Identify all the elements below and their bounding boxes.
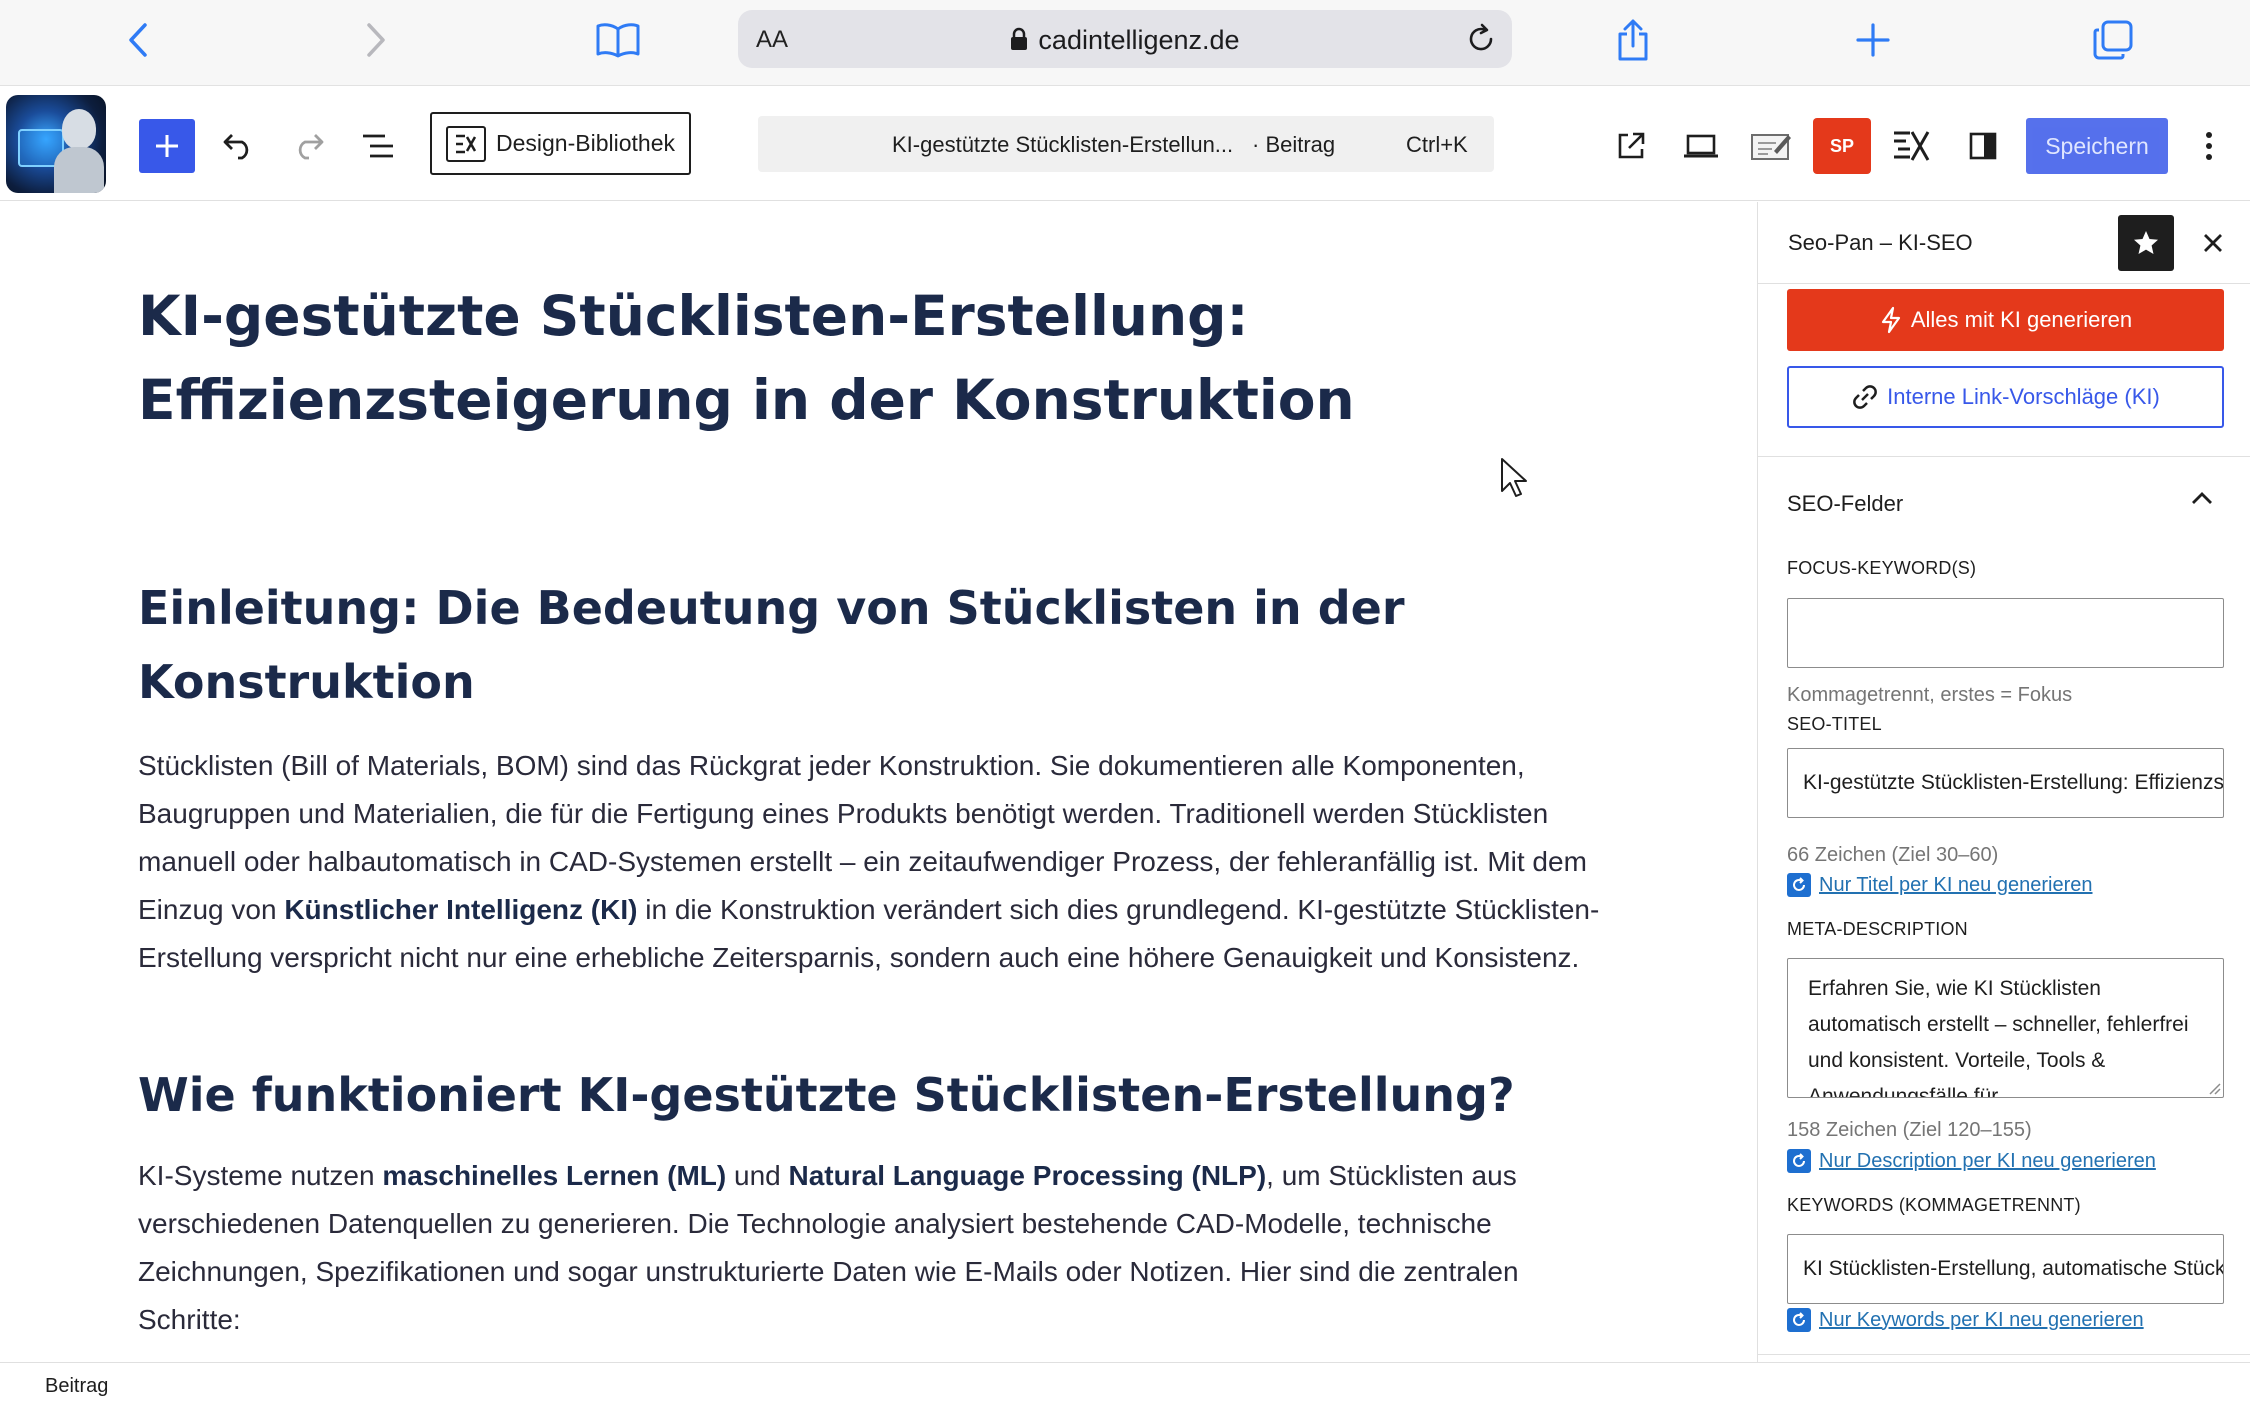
- new-tab-icon[interactable]: [1845, 14, 1901, 66]
- edit-notes-icon[interactable]: [1746, 121, 1796, 171]
- regen-description-link[interactable]: Nur Description per KI neu generieren: [1787, 1149, 2156, 1173]
- address-bar[interactable]: AA cadintelligenz.de: [738, 10, 1512, 68]
- heading-intro[interactable]: Einleitung: Die Bedeutung von Stückliste…: [138, 571, 1618, 719]
- redo-icon[interactable]: [283, 121, 333, 171]
- focus-keyword-input[interactable]: [1787, 598, 2224, 668]
- plus-icon: [156, 135, 178, 157]
- regen-title-link[interactable]: Nur Titel per KI neu generieren: [1787, 873, 2093, 897]
- seo-title-count: 66 Zeichen (Ziel 30–60): [1787, 844, 1999, 866]
- panel-title[interactable]: SEO-Felder: [1787, 491, 1903, 517]
- lock-icon: [1011, 27, 1028, 50]
- refresh-icon: [1787, 1149, 1811, 1173]
- save-button[interactable]: Speichern: [2026, 118, 2168, 174]
- tabs-icon[interactable]: [2085, 14, 2141, 66]
- meta-description-textarea[interactable]: Erfahren Sie, wie KI Stücklisten automat…: [1787, 958, 2224, 1098]
- site-logo[interactable]: [6, 95, 106, 193]
- post-type: · Beitrag: [1252, 132, 1336, 157]
- refresh-icon: [1787, 873, 1811, 897]
- post-title[interactable]: KI-gestützte Stücklisten-Erstellung: Eff…: [138, 274, 1538, 442]
- pin-plugin-button[interactable]: [2118, 215, 2174, 271]
- document-overview-icon[interactable]: [353, 121, 403, 171]
- focus-keyword-label: FOCUS-KEYWORD(S): [1787, 558, 1977, 578]
- forward-icon[interactable]: [348, 14, 404, 66]
- url-text: cadintelligenz.de: [738, 25, 1512, 56]
- mouse-pointer-icon: [1501, 458, 1527, 497]
- close-icon: [2204, 234, 2222, 252]
- block-breadcrumb-bar: Beitrag: [0, 1362, 2250, 1406]
- seo-title-label: SEO-TITEL: [1787, 714, 1882, 734]
- keywords-label: KEYWORDS (KOMMAGETRENNT): [1787, 1195, 2081, 1215]
- regen-keywords-link[interactable]: Nur Keywords per KI neu generieren: [1787, 1308, 2144, 1332]
- more-options-icon[interactable]: [2184, 121, 2234, 171]
- sidebar-toggle-icon[interactable]: [1958, 121, 2008, 171]
- focus-keyword-help: Kommagetrennt, erstes = Fokus: [1787, 684, 2073, 706]
- seo-title-input[interactable]: KI-gestützte Stücklisten-Erstellung: Eff…: [1787, 748, 2224, 818]
- close-sidebar-button[interactable]: [2196, 226, 2230, 260]
- design-library-button[interactable]: Design-Bibliothek: [430, 112, 691, 175]
- share-icon[interactable]: [1605, 14, 1661, 66]
- resize-handle-icon[interactable]: [2207, 1081, 2221, 1095]
- design-library-icon: [446, 125, 486, 162]
- meta-description-count: 158 Zeichen (Ziel 120–155): [1787, 1119, 2032, 1141]
- heading-how[interactable]: Wie funktioniert KI-gestützte Stückliste…: [138, 1058, 1618, 1132]
- divider: [1758, 1354, 2250, 1355]
- undo-icon[interactable]: [214, 121, 264, 171]
- seo-pan-button[interactable]: SP: [1813, 118, 1871, 174]
- meta-description-label: META-DESCRIPTION: [1787, 919, 1968, 939]
- sidebar-header: Seo-Pan – KI-SEO: [1758, 202, 2250, 284]
- paragraph-intro[interactable]: Stücklisten (Bill of Materials, BOM) sin…: [138, 742, 1618, 982]
- paragraph-how[interactable]: KI-Systeme nutzen maschinelles Lernen (M…: [138, 1152, 1618, 1344]
- kadence-icon[interactable]: [1887, 121, 1937, 171]
- generate-all-button[interactable]: Alles mit KI generieren: [1787, 289, 2224, 351]
- bookmarks-icon[interactable]: [590, 14, 646, 66]
- internal-links-button[interactable]: Interne Link-Vorschläge (KI): [1787, 366, 2224, 428]
- sidebar-title: Seo-Pan – KI-SEO: [1788, 230, 1973, 255]
- keywords-input[interactable]: KI Stücklisten-Erstellung, automatische …: [1787, 1234, 2224, 1304]
- command-palette-bar[interactable]: KI-gestützte Stücklisten-Erstellun... · …: [758, 116, 1494, 172]
- chevron-up-icon[interactable]: [2190, 490, 2214, 506]
- browser-bar: AA cadintelligenz.de: [0, 0, 2250, 86]
- view-post-icon[interactable]: [1606, 121, 1656, 171]
- star-icon: [2134, 231, 2158, 254]
- lightning-icon: [1881, 306, 1900, 334]
- shortcut-hint: Ctrl+K: [1406, 132, 1468, 157]
- editor-canvas[interactable]: KI-gestützte Stücklisten-Erstellung: Eff…: [0, 202, 1757, 1362]
- breadcrumb-item[interactable]: Beitrag: [45, 1375, 108, 1398]
- seo-sidebar: Seo-Pan – KI-SEO Alles mit KI generieren…: [1757, 202, 2250, 1362]
- editor-toolbar: Design-Bibliothek KI-gestützte Stücklist…: [0, 87, 2250, 201]
- preview-device-icon[interactable]: [1676, 121, 1726, 171]
- reload-icon[interactable]: [1464, 22, 1498, 56]
- link-icon: [1853, 385, 1878, 409]
- back-icon[interactable]: [110, 14, 166, 66]
- divider: [1758, 456, 2250, 457]
- add-block-button[interactable]: [139, 119, 195, 173]
- refresh-icon: [1787, 1308, 1811, 1332]
- document-title: KI-gestützte Stücklisten-Erstellun...: [892, 132, 1234, 157]
